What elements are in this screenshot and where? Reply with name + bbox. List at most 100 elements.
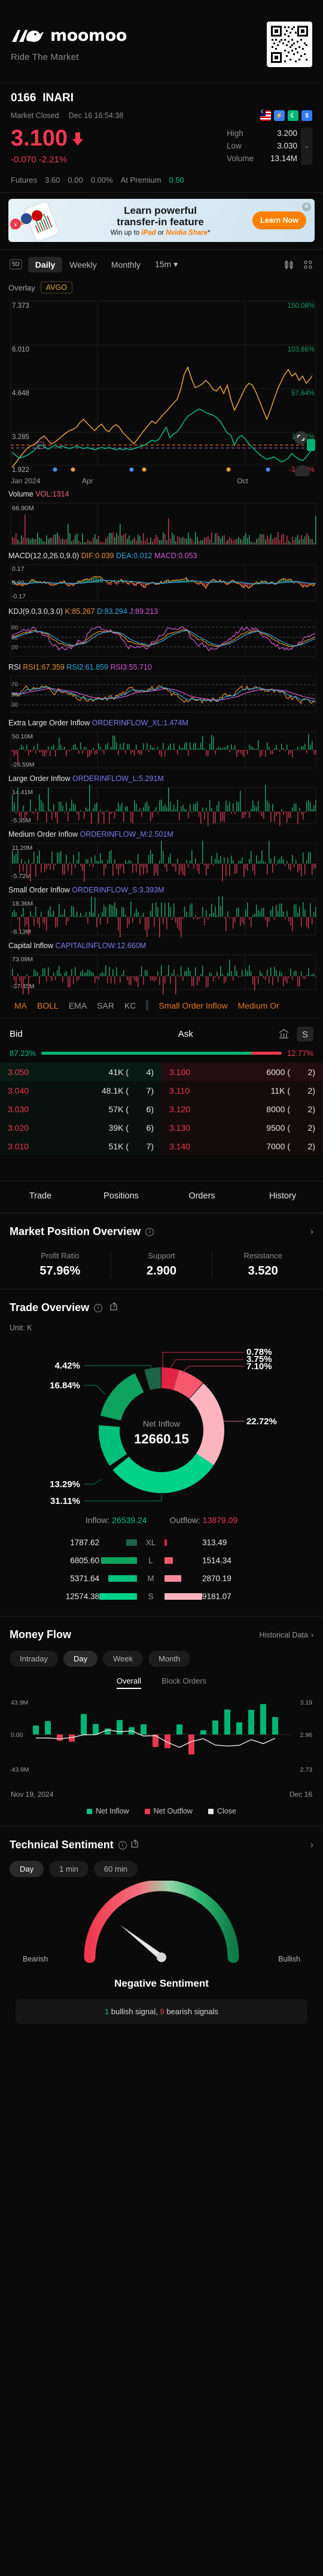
indicator-boll[interactable]: BOLL	[37, 1001, 59, 1010]
price-chart-block[interactable]: Overlay AVGO 7.373 6.010 4.648 3.285 1.9…	[0, 279, 323, 486]
table-row: 6805.60 L 1514.34	[10, 1551, 313, 1569]
promo-sub-star: *	[207, 229, 211, 237]
share-icon[interactable]	[109, 1301, 119, 1314]
money-flow-svg: 43.9M 0.00 -43.9M 3.19 2.96 2.73	[10, 1695, 313, 1785]
money-flow-chart[interactable]: 43.9M 0.00 -43.9M 3.19 2.96 2.73 Nov 19,…	[10, 1695, 313, 1799]
volume-title: Volume	[8, 490, 33, 498]
moon-badge-icon[interactable]: ☾	[288, 110, 298, 121]
dollar-badge-icon[interactable]: $	[301, 110, 312, 121]
table-row[interactable]: 3.050 41K ( 4) 3.100 6000 ( 2)	[0, 1063, 323, 1081]
five-day-button[interactable]: 5D	[10, 259, 22, 270]
x-right: Dec 16	[289, 1790, 312, 1799]
indicator-ma[interactable]: MA	[14, 1001, 27, 1010]
bank-icon[interactable]	[278, 1028, 290, 1040]
tab-trade[interactable]: Trade	[0, 1191, 81, 1201]
ask-count: 2)	[307, 1067, 315, 1077]
xl-inflow-block[interactable]: Extra Large Order Inflow ORDERINFLOW_XL:…	[0, 715, 323, 770]
segment-overall[interactable]: Overall	[116, 1676, 142, 1689]
indicator-medium-order-inflow[interactable]: Medium Or	[238, 1001, 279, 1010]
ask-cell: 3.110 11K ( 2)	[162, 1081, 323, 1100]
indicator-sar[interactable]: SAR	[97, 1001, 114, 1010]
l-inflow-svg: 14.41M -5.35M	[0, 785, 323, 826]
info-icon[interactable]: i	[145, 1227, 154, 1236]
broker-s-icon[interactable]: S	[297, 1027, 313, 1042]
close-icon[interactable]: ✕	[302, 202, 311, 211]
macd-chart-block[interactable]: MACD(12.0,26.0,9.0) DIF:0.039 DEA:0.012 …	[0, 547, 323, 603]
indicator-ema[interactable]: EMA	[69, 1001, 87, 1010]
legend-swatch-close	[208, 1808, 214, 1814]
profit-ratio-value: 57.96%	[39, 1264, 81, 1278]
l-inflow-block[interactable]: Large Order Inflow ORDERINFLOW_L:5.291M …	[0, 770, 323, 826]
ts-pill-day[interactable]: Day	[10, 1861, 44, 1877]
chevron-right-icon: ›	[310, 1630, 313, 1639]
promo-banner[interactable]: ¥ Learn powerful transfer-in feature Win…	[8, 199, 315, 242]
signal-summary-box[interactable]: 1 bullish signal, 9 bearish signals	[16, 1999, 307, 2024]
lightning-2-badge-icon[interactable]: ⚡	[274, 110, 285, 121]
tab-orders[interactable]: Orders	[162, 1191, 242, 1201]
slice-label-4: 31.11%	[50, 1496, 80, 1506]
inflow-label: Inflow:	[85, 1515, 110, 1525]
ask-cell: 3.120 8000 ( 2)	[162, 1100, 323, 1118]
futures-label: Futures	[11, 175, 38, 184]
volume-title-row: Volume VOL:1314	[0, 486, 323, 501]
stat-value: 13.14M	[270, 154, 297, 163]
kdj-chart-block[interactable]: KDJ(9.0,3.0,3.0) K:85.267 D:83.294 J:89.…	[0, 603, 323, 659]
s-inflow-block[interactable]: Small Order Inflow ORDERINFLOW_S:3.393M …	[0, 882, 323, 937]
kdj-chart-svg: 80 50 20	[0, 618, 323, 659]
pill-day[interactable]: Day	[63, 1651, 98, 1667]
ts-pill-60min[interactable]: 60 min	[93, 1861, 138, 1877]
candlestick-icon[interactable]	[284, 259, 294, 270]
tab-weekly[interactable]: Weekly	[62, 257, 104, 273]
inflow-bar	[99, 1557, 142, 1564]
market-position-header[interactable]: Market Position Overview i ›	[10, 1225, 313, 1238]
table-row[interactable]: 3.020 39K ( 6) 3.130 9500 ( 2)	[0, 1118, 323, 1137]
pill-week[interactable]: Week	[103, 1651, 144, 1667]
tab-monthly[interactable]: Monthly	[104, 257, 148, 273]
overlay-symbol-chip[interactable]: AVGO	[40, 281, 72, 293]
svg-text:0.00: 0.00	[11, 1732, 23, 1739]
tab-daily[interactable]: Daily	[28, 256, 63, 273]
volume-chart-block[interactable]: Volume VOL:1314 66.90M	[0, 486, 323, 547]
ask-count: 2)	[307, 1085, 315, 1095]
indicator-small-order-inflow[interactable]: Small Order Inflow	[159, 1001, 227, 1010]
chevron-right-icon[interactable]: ›	[310, 1227, 313, 1237]
promo-sub: Win up to iPad or Nvidia Share*	[68, 229, 252, 237]
symbol-row[interactable]: 0166 INARI	[11, 92, 312, 105]
support-cell: Support 2.900	[110, 1251, 212, 1278]
ask-volume: 9500 (	[266, 1122, 290, 1133]
expand-stats-button[interactable]: ⌄	[301, 127, 312, 165]
historical-data-link[interactable]: Historical Data ›	[260, 1631, 313, 1639]
macd-chart-svg: 0.17 0.00 -0.17	[0, 562, 323, 603]
inflow-bar	[99, 1575, 142, 1582]
tab-history[interactable]: History	[242, 1191, 323, 1201]
interval-select[interactable]: 15m ▾	[148, 256, 185, 273]
segment-block-orders[interactable]: Block Orders	[162, 1676, 206, 1689]
chevron-right-icon[interactable]: ›	[310, 1840, 313, 1851]
capital-inflow-block[interactable]: Capital Inflow CAPITALINFLOW:12.660M 73.…	[0, 937, 323, 994]
table-row[interactable]: 3.030 57K ( 6) 3.120 8000 ( 2)	[0, 1100, 323, 1118]
table-row[interactable]: 3.010 51K ( 7) 3.140 7000 ( 2)	[0, 1137, 323, 1155]
indicator-kc[interactable]: KC	[124, 1001, 136, 1010]
inflow-summary: Inflow: 26539.24	[86, 1515, 147, 1525]
m-inflow-block[interactable]: Medium Order Inflow ORDERINFLOW_M:2.501M…	[0, 826, 323, 882]
info-icon[interactable]: i	[94, 1303, 103, 1312]
pill-intraday[interactable]: Intraday	[10, 1651, 58, 1667]
learn-now-button[interactable]: Learn Now	[252, 211, 306, 229]
ts-pill-1min[interactable]: 1 min	[49, 1861, 89, 1877]
tab-positions[interactable]: Positions	[81, 1191, 162, 1201]
futures-row[interactable]: Futures 3.60 0.00 0.00% At Premium 0.50	[0, 168, 323, 192]
slice-label-5: 13.29%	[50, 1479, 80, 1490]
share-icon[interactable]	[130, 1839, 140, 1851]
svg-text:3.285: 3.285	[12, 434, 29, 441]
s-inflow-title-row: Small Order Inflow ORDERINFLOW_S:3.393M	[0, 882, 323, 897]
grid-icon[interactable]	[303, 259, 313, 270]
bid-ratio-fill	[41, 1052, 251, 1055]
pill-month[interactable]: Month	[148, 1651, 191, 1667]
svg-text:66.90M: 66.90M	[12, 505, 34, 512]
table-row[interactable]: 3.040 48.1K ( 7) 3.110 11K ( 2)	[0, 1081, 323, 1100]
money-flow-segments: Overall Block Orders	[10, 1676, 313, 1689]
rsi-chart-block[interactable]: RSI RSI1:67.359 RSI2:61.859 RSI3:55.710 …	[0, 659, 323, 715]
info-icon[interactable]: i	[118, 1841, 127, 1849]
svg-text:0.17: 0.17	[12, 565, 25, 573]
resistance-value: 3.520	[248, 1264, 278, 1278]
